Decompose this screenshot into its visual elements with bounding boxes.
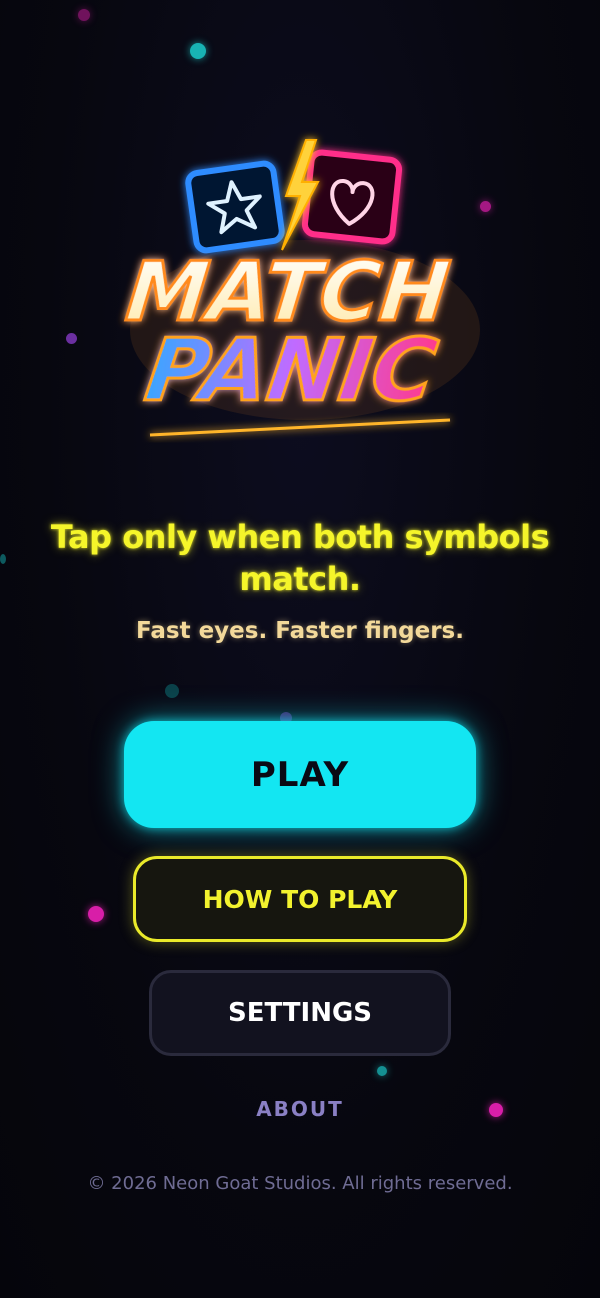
logo-title-line-2: PANIC [140,321,443,421]
play-button[interactable]: PLAY [124,721,476,828]
copyright-footer: © 2026 Neon Goat Studios. All rights res… [87,1173,513,1194]
particle-dot [190,43,206,59]
main-menu-screen: MATCH PANIC Tap only when both symbols m… [0,0,600,1298]
particle-dot [66,333,77,344]
settings-button[interactable]: SETTINGS [149,970,451,1056]
particle-dot [88,906,104,922]
star-card-icon [185,160,285,254]
particle-dot [377,1066,387,1076]
game-logo: MATCH PANIC [120,130,490,460]
particle-dot [0,554,6,564]
logo-graphic: MATCH PANIC [120,139,480,437]
particle-dot [165,684,179,698]
about-link[interactable]: ABOUT [0,1097,600,1121]
heart-card-icon [301,149,403,245]
how-to-play-button[interactable]: HOW TO PLAY [133,856,467,942]
tagline: Tap only when both symbols match. [50,518,550,598]
subtagline: Fast eyes. Faster fingers. [136,618,464,644]
particle-dot [78,9,90,21]
